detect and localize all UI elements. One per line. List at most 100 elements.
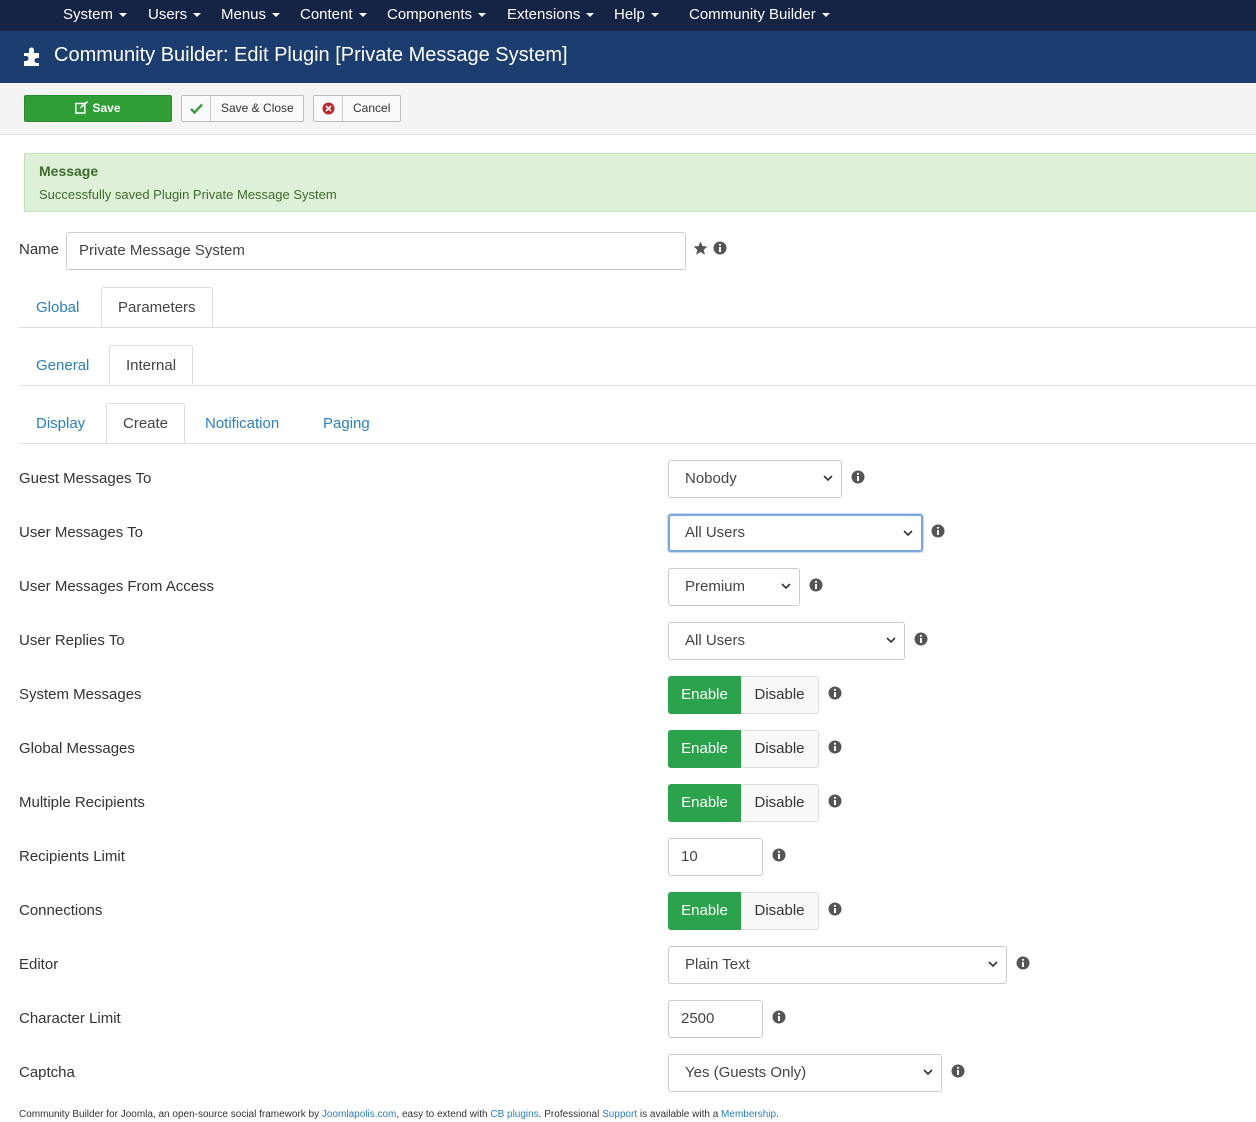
- menu-extensions[interactable]: Extensions: [507, 0, 595, 31]
- select-value: Yes (Guests Only): [685, 1064, 807, 1081]
- tab-divider: [19, 385, 1256, 386]
- page-title: Community Builder: Edit Plugin [Private …: [54, 44, 568, 66]
- system-messages-label: System Messages: [19, 686, 142, 703]
- character-limit-label: Character Limit: [19, 1010, 121, 1027]
- guest-messages-to-select[interactable]: Nobody: [668, 460, 842, 498]
- disable-option[interactable]: Disable: [741, 676, 819, 714]
- captcha-label: Captcha: [19, 1064, 75, 1081]
- disable-option[interactable]: Disable: [741, 784, 819, 822]
- menu-users[interactable]: Users: [148, 0, 202, 31]
- check-icon: [182, 96, 211, 121]
- select-value: All Users: [685, 632, 746, 649]
- tab-internal[interactable]: Internal: [109, 345, 194, 385]
- top-menu-bar: System Users Menus Content Components Ex…: [0, 0, 1256, 31]
- message-text: Successfully saved Plugin Private Messag…: [39, 187, 337, 202]
- info-icon[interactable]: [828, 902, 842, 916]
- disable-option[interactable]: Disable: [741, 892, 819, 930]
- tab-divider: [19, 327, 1256, 328]
- menu-help[interactable]: Help: [614, 0, 659, 31]
- tab-create[interactable]: Create: [106, 403, 186, 443]
- info-icon[interactable]: [931, 524, 945, 538]
- tab-paging[interactable]: Paging: [323, 404, 370, 444]
- info-icon[interactable]: [772, 848, 786, 862]
- global-messages-toggle: Enable Disable: [668, 730, 819, 768]
- save-close-button[interactable]: Save & Close: [181, 95, 304, 122]
- cancel-button[interactable]: Cancel: [313, 95, 401, 122]
- caret-down-icon: [821, 13, 830, 18]
- menu-label: Menus: [221, 6, 267, 23]
- enable-option[interactable]: Enable: [668, 676, 741, 714]
- info-icon[interactable]: [828, 740, 842, 754]
- user-messages-to-select[interactable]: All Users: [668, 514, 923, 552]
- save-button[interactable]: Save: [24, 95, 172, 122]
- star-icon: [693, 241, 708, 255]
- menu-community-builder[interactable]: Community Builder: [689, 0, 830, 31]
- name-label: Name: [19, 241, 60, 258]
- info-icon[interactable]: [828, 794, 842, 808]
- chevron-down-icon: [886, 637, 896, 644]
- footer-text: Community Builder for Joomla, an open-so…: [19, 1109, 322, 1120]
- support-link[interactable]: Support: [602, 1109, 637, 1120]
- select-value: All Users: [685, 524, 746, 541]
- system-messages-toggle: Enable Disable: [668, 676, 819, 714]
- character-limit-input[interactable]: 2500: [668, 1000, 763, 1038]
- chevron-down-icon: [781, 583, 791, 590]
- select-value: Plain Text: [685, 956, 750, 973]
- footer: Community Builder for Joomla, an open-so…: [19, 1109, 779, 1120]
- tab-general[interactable]: General: [36, 346, 89, 386]
- tab-global[interactable]: Global: [36, 288, 79, 328]
- tab-notification[interactable]: Notification: [205, 404, 279, 444]
- menu-content[interactable]: Content: [300, 0, 367, 31]
- menu-components[interactable]: Components: [387, 0, 487, 31]
- tab-display[interactable]: Display: [36, 404, 85, 444]
- tab-parameters[interactable]: Parameters: [101, 287, 213, 327]
- caret-down-icon: [358, 13, 367, 18]
- membership-link[interactable]: Membership: [721, 1109, 776, 1120]
- info-icon[interactable]: [809, 578, 823, 592]
- user-messages-from-access-label: User Messages From Access: [19, 578, 215, 595]
- footer-text: . Professional: [538, 1109, 603, 1120]
- menu-label: Help: [614, 6, 645, 23]
- menu-label: Content: [300, 6, 353, 23]
- user-replies-to-select[interactable]: All Users: [668, 622, 905, 660]
- toolbar: Save Save & Close Cancel: [0, 83, 1256, 135]
- edit-icon: [75, 101, 89, 114]
- menu-system[interactable]: System: [63, 0, 128, 31]
- info-icon[interactable]: [713, 241, 727, 255]
- caret-down-icon: [478, 13, 487, 18]
- enable-option[interactable]: Enable: [668, 730, 741, 768]
- info-icon[interactable]: [1016, 956, 1030, 970]
- user-replies-to-label: User Replies To: [19, 632, 125, 649]
- info-icon[interactable]: [772, 1010, 786, 1024]
- caret-down-icon: [119, 13, 128, 18]
- editor-select[interactable]: Plain Text: [668, 946, 1007, 984]
- save-close-label: Save & Close: [221, 101, 294, 115]
- enable-option[interactable]: Enable: [668, 892, 741, 930]
- menu-menus[interactable]: Menus: [221, 0, 281, 31]
- connections-toggle: Enable Disable: [668, 892, 819, 930]
- recipients-limit-input[interactable]: 10: [668, 838, 763, 876]
- global-messages-label: Global Messages: [19, 740, 135, 757]
- menu-label: Community Builder: [689, 6, 816, 23]
- info-icon[interactable]: [828, 686, 842, 700]
- user-messages-from-access-select[interactable]: Premium: [668, 568, 800, 606]
- menu-label: Extensions: [507, 6, 581, 23]
- disable-option[interactable]: Disable: [741, 730, 819, 768]
- info-icon[interactable]: [914, 632, 928, 646]
- name-input[interactable]: Private Message System: [66, 232, 686, 270]
- page-header: Community Builder: Edit Plugin [Private …: [0, 31, 1256, 83]
- info-icon[interactable]: [851, 470, 865, 484]
- cb-plugins-link[interactable]: CB plugins: [490, 1109, 538, 1120]
- multiple-recipients-toggle: Enable Disable: [668, 784, 819, 822]
- guest-messages-to-label: Guest Messages To: [19, 470, 152, 487]
- captcha-select[interactable]: Yes (Guests Only): [668, 1054, 942, 1092]
- caret-down-icon: [272, 13, 281, 18]
- footer-text: is available with a: [637, 1109, 722, 1120]
- enable-option[interactable]: Enable: [668, 784, 741, 822]
- info-icon[interactable]: [951, 1064, 965, 1078]
- joomlapolis-link[interactable]: Joomlapolis.com: [322, 1109, 396, 1120]
- chevron-down-icon: [903, 530, 913, 537]
- user-messages-to-label: User Messages To: [19, 524, 143, 541]
- select-value: Nobody: [685, 470, 737, 487]
- menu-label: Users: [148, 6, 188, 23]
